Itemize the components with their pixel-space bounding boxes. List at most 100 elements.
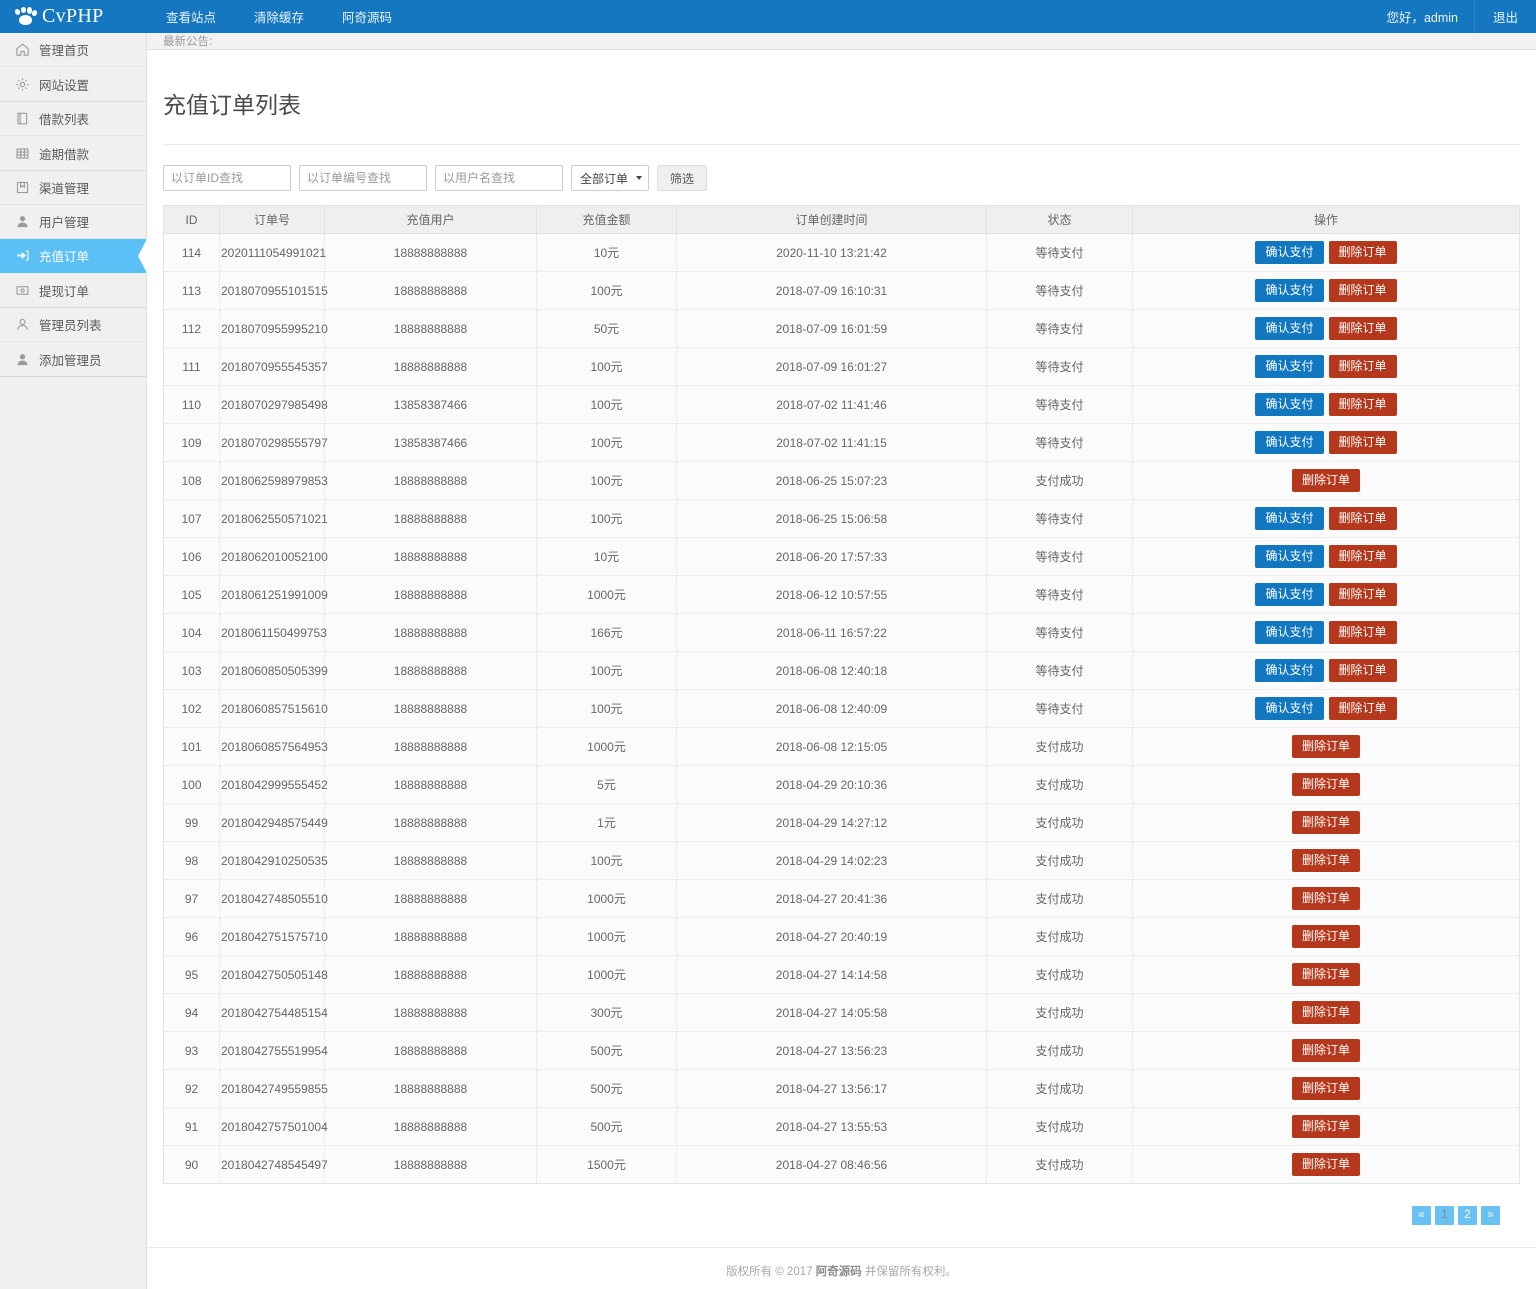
delete-order-button[interactable]: 删除订单 (1329, 697, 1397, 720)
sidebar-item-site-settings[interactable]: 网站设置 (0, 67, 146, 101)
confirm-payment-button[interactable]: 确认支付 (1255, 317, 1323, 340)
delete-order-button[interactable]: 删除订单 (1329, 659, 1397, 682)
confirm-payment-button[interactable]: 确认支付 (1255, 507, 1323, 530)
delete-order-button[interactable]: 删除订单 (1292, 773, 1360, 796)
delete-order-button[interactable]: 删除订单 (1292, 811, 1360, 834)
delete-order-button[interactable]: 删除订单 (1292, 925, 1360, 948)
pagination: «12» (163, 1206, 1500, 1225)
order-no-cell: 2018070297985498 (220, 386, 325, 424)
username-input[interactable] (435, 165, 563, 191)
sidebar-item-label: 逾期借款 (39, 144, 89, 163)
filter-submit-button[interactable]: 筛选 (657, 165, 707, 191)
order-actions-cell: 确认支付删除订单 (1133, 538, 1520, 576)
pagination-page-1[interactable]: 1 (1435, 1206, 1454, 1225)
order-status-select[interactable]: 全部订单 (571, 165, 649, 191)
table-row: 92201804274955985518888888888500元2018-04… (164, 1070, 1520, 1108)
delete-order-button[interactable]: 删除订单 (1329, 241, 1397, 264)
confirm-payment-button[interactable]: 确认支付 (1255, 621, 1323, 644)
order-amount-cell: 5元 (537, 766, 677, 804)
delete-order-button[interactable]: 删除订单 (1292, 1039, 1360, 1062)
confirm-payment-button[interactable]: 确认支付 (1255, 659, 1323, 682)
delete-order-button[interactable]: 删除订单 (1292, 1115, 1360, 1138)
order-user-cell: 18888888888 (325, 880, 537, 918)
sidebar-item-recharge-orders[interactable]: 充值订单 (0, 239, 146, 273)
order-user-cell: 18888888888 (325, 462, 537, 500)
confirm-payment-button[interactable]: 确认支付 (1255, 355, 1323, 378)
top-nav-item-view-site[interactable]: 查看站点 (147, 0, 235, 33)
book-icon (14, 111, 30, 127)
delete-order-button[interactable]: 删除订单 (1292, 887, 1360, 910)
sidebar-item-add-admin[interactable]: 添加管理员 (0, 342, 146, 376)
sidebar-item-channel-management[interactable]: 渠道管理 (0, 171, 146, 205)
order-actions-cell: 确认支付删除订单 (1133, 614, 1520, 652)
delete-order-button[interactable]: 删除订单 (1329, 545, 1397, 568)
delete-order-button[interactable]: 删除订单 (1329, 279, 1397, 302)
sidebar-item-admin-list[interactable]: 管理员列表 (0, 308, 146, 342)
order-id-cell: 94 (164, 994, 220, 1032)
brand-logo[interactable]: CvPHP (0, 0, 147, 33)
pagination-prev[interactable]: « (1412, 1206, 1431, 1225)
order-actions-cell: 删除订单 (1133, 1070, 1520, 1108)
table-row: 98201804291025053518888888888100元2018-04… (164, 842, 1520, 880)
sidebar-item-withdraw-orders[interactable]: 提现订单 (0, 273, 146, 307)
top-right-area: 您好，admin 退出 (1370, 0, 1536, 33)
confirm-payment-button[interactable]: 确认支付 (1255, 431, 1323, 454)
delete-order-button[interactable]: 删除订单 (1329, 621, 1397, 644)
order-status-cell: 等待支付 (987, 690, 1133, 728)
top-nav-item-source[interactable]: 阿奇源码 (323, 0, 411, 33)
delete-order-button[interactable]: 删除订单 (1292, 1153, 1360, 1176)
delete-order-button[interactable]: 删除订单 (1292, 735, 1360, 758)
sidebar-group-2: 借款列表 逾期借款 (0, 102, 146, 171)
sidebar-item-overdue-loan[interactable]: 逾期借款 (0, 136, 146, 170)
delete-order-button[interactable]: 删除订单 (1329, 355, 1397, 378)
delete-order-button[interactable]: 删除订单 (1329, 583, 1397, 606)
order-no-cell: 2018070298555797 (220, 424, 325, 462)
order-amount-cell: 1000元 (537, 728, 677, 766)
confirm-payment-button[interactable]: 确认支付 (1255, 545, 1323, 568)
delete-order-button[interactable]: 删除订单 (1292, 469, 1360, 492)
delete-order-button[interactable]: 删除订单 (1292, 1077, 1360, 1100)
table-header-row: ID 订单号 充值用户 充值金额 订单创建时间 状态 操作 (164, 206, 1520, 234)
sidebar-item-dashboard[interactable]: 管理首页 (0, 33, 146, 67)
order-created-cell: 2018-04-27 13:56:23 (677, 1032, 987, 1070)
order-status-cell: 等待支付 (987, 500, 1133, 538)
col-order-no: 订单号 (220, 206, 325, 234)
pagination-page-2[interactable]: 2 (1458, 1206, 1477, 1225)
delete-order-button[interactable]: 删除订单 (1292, 849, 1360, 872)
sidebar-item-user-management[interactable]: 用户管理 (0, 205, 146, 239)
delete-order-button[interactable]: 删除订单 (1292, 963, 1360, 986)
confirm-payment-button[interactable]: 确认支付 (1255, 393, 1323, 416)
delete-order-button[interactable]: 删除订单 (1329, 317, 1397, 340)
order-created-cell: 2018-04-27 20:40:19 (677, 918, 987, 956)
order-no-cell: 2018042748505510 (220, 880, 325, 918)
pagination-next[interactable]: » (1481, 1206, 1500, 1225)
order-actions-cell: 确认支付删除订单 (1133, 500, 1520, 538)
confirm-payment-button[interactable]: 确认支付 (1255, 583, 1323, 606)
delete-order-button[interactable]: 删除订单 (1292, 1001, 1360, 1024)
top-nav-item-clear-cache[interactable]: 清除缓存 (235, 0, 323, 33)
order-actions-cell: 确认支付删除订单 (1133, 386, 1520, 424)
delete-order-button[interactable]: 删除订单 (1329, 431, 1397, 454)
order-created-cell: 2018-07-09 16:10:31 (677, 272, 987, 310)
order-id-input[interactable] (163, 165, 291, 191)
table-row: 111201807095554535718888888888100元2018-0… (164, 348, 1520, 386)
confirm-payment-button[interactable]: 确认支付 (1255, 697, 1323, 720)
sidebar-item-loan-list[interactable]: 借款列表 (0, 102, 146, 136)
order-actions-cell: 删除订单 (1133, 1108, 1520, 1146)
order-no-cell: 2018062598979853 (220, 462, 325, 500)
logout-button[interactable]: 退出 (1475, 0, 1536, 33)
confirm-payment-button[interactable]: 确认支付 (1255, 241, 1323, 264)
order-no-input[interactable] (299, 165, 427, 191)
delete-order-button[interactable]: 删除订单 (1329, 507, 1397, 530)
order-amount-cell: 1000元 (537, 880, 677, 918)
table-row: 952018042750505148188888888881000元2018-0… (164, 956, 1520, 994)
order-actions-cell: 删除订单 (1133, 1146, 1520, 1184)
order-created-cell: 2020-11-10 13:21:42 (677, 234, 987, 272)
delete-order-button[interactable]: 删除订单 (1329, 393, 1397, 416)
confirm-payment-button[interactable]: 确认支付 (1255, 279, 1323, 302)
order-user-cell: 18888888888 (325, 500, 537, 538)
order-amount-cell: 1元 (537, 804, 677, 842)
top-nav: 查看站点 清除缓存 阿奇源码 (147, 0, 411, 33)
col-status: 状态 (987, 206, 1133, 234)
table-row: 94201804275448515418888888888300元2018-04… (164, 994, 1520, 1032)
